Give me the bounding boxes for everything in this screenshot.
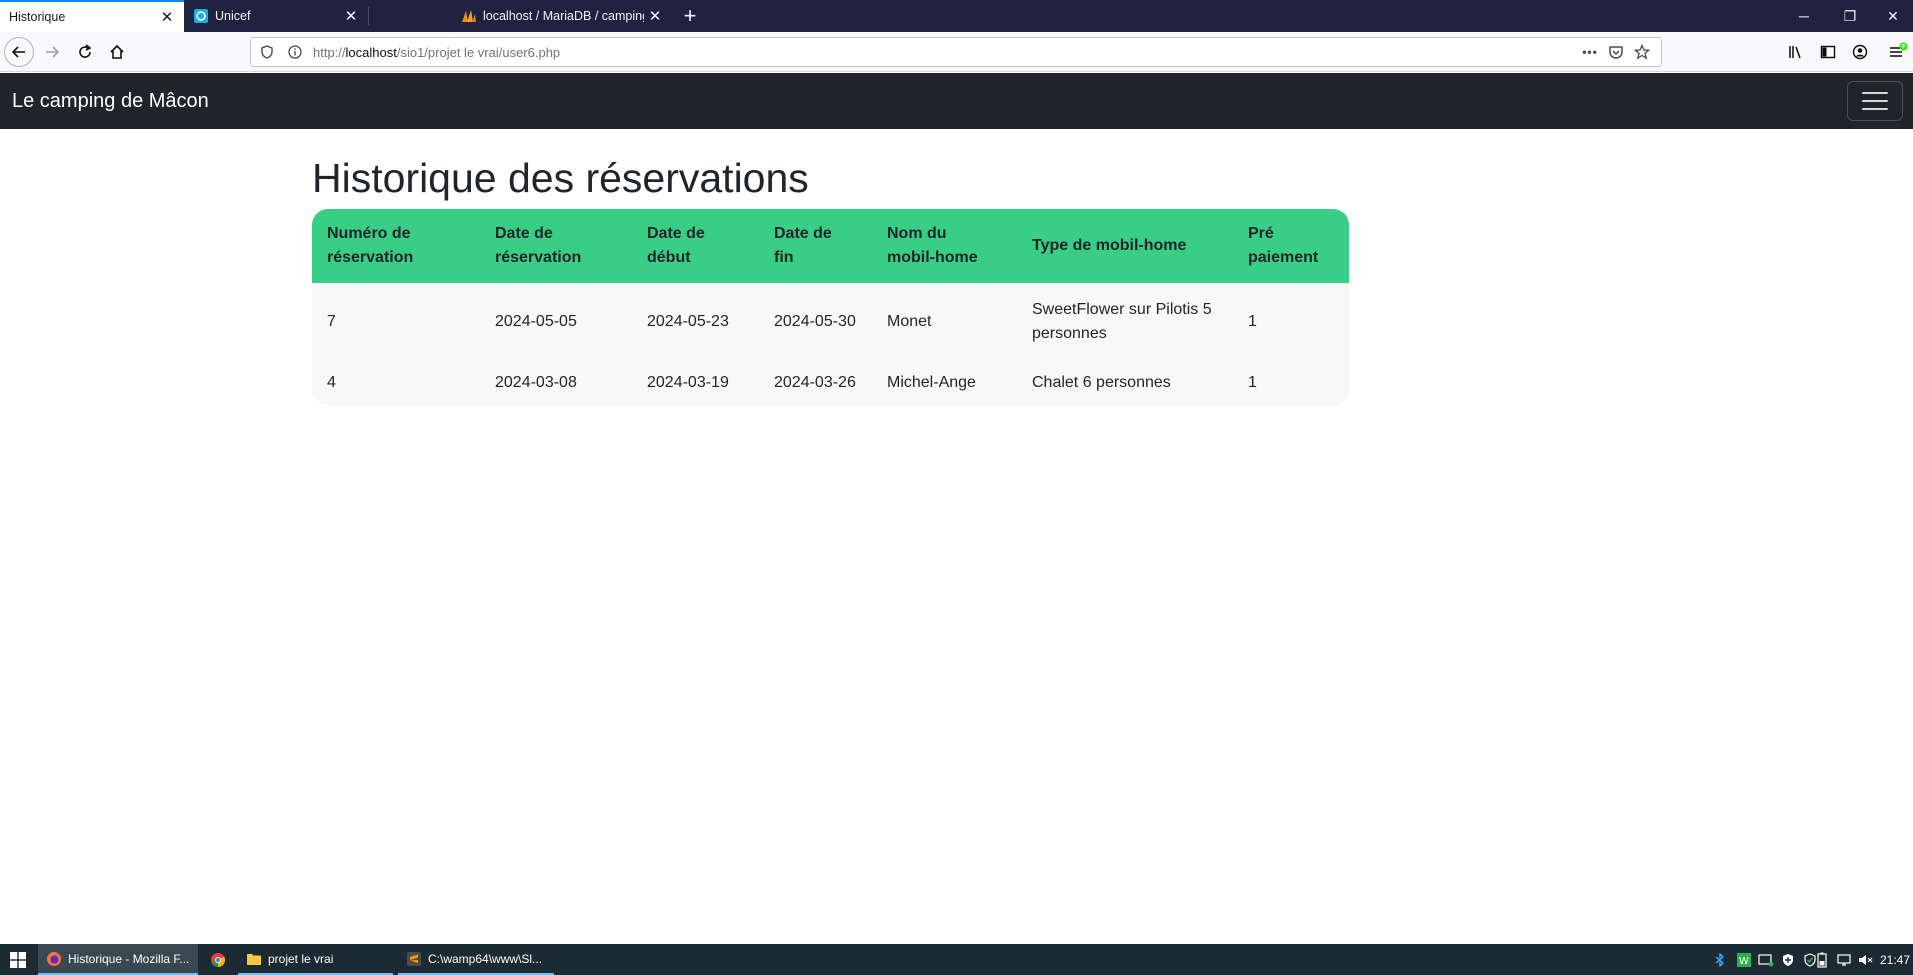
- taskbar-item-firefox[interactable]: Historique - Mozilla F...: [38, 944, 198, 975]
- tab-separator: [368, 7, 369, 25]
- tab-title: localhost / MariaDB / camping: [483, 9, 644, 23]
- close-window-button[interactable]: ✕: [1873, 0, 1913, 32]
- taskbar-item-sublime[interactable]: C:\wamp64\www\Sl...: [398, 944, 554, 975]
- site-brand-link[interactable]: Le camping de Mâcon: [12, 90, 209, 113]
- pocket-icon[interactable]: [1603, 41, 1629, 63]
- cell-type: Chalet 6 personnes: [1032, 374, 1171, 391]
- bookmark-star-icon[interactable]: [1629, 41, 1655, 63]
- network-monitor-icon[interactable]: [1755, 944, 1777, 975]
- navbar-toggler-button[interactable]: [1847, 81, 1903, 121]
- site-info-icon[interactable]: [283, 40, 307, 64]
- table-row: 4 2024-03-08 2024-03-19 2024-03-26 Miche…: [312, 361, 1349, 405]
- firefox-icon: [46, 951, 62, 967]
- header-type-mobil-home: Type de mobil-home: [1032, 237, 1187, 254]
- reservations-table: Numéro de réservation Date de réservation …: [312, 209, 1349, 405]
- header-date-reservation: Date de réservation: [495, 225, 582, 266]
- svg-text:W: W: [1739, 956, 1749, 967]
- header-numero-reservation: Numéro de réservation: [327, 225, 414, 266]
- page-title: Historique des réservations: [312, 155, 809, 201]
- taskbar-item-label: Historique - Mozilla F...: [68, 951, 190, 966]
- header-pre-paiement: Pré paiement: [1248, 225, 1319, 266]
- toggler-bar-icon: [1862, 100, 1888, 102]
- tab-historique[interactable]: Historique ✕: [0, 0, 184, 32]
- phpmyadmin-favicon-icon: [461, 8, 477, 24]
- account-icon[interactable]: [1848, 40, 1872, 64]
- arrow-left-icon: [11, 46, 25, 58]
- reload-icon: [79, 44, 92, 58]
- minimize-button[interactable]: ─: [1781, 0, 1827, 32]
- folder-icon: [246, 951, 262, 967]
- taskbar-item-chrome[interactable]: [200, 944, 236, 975]
- page-actions-menu-icon[interactable]: •••: [1577, 41, 1603, 63]
- sidebar-icon[interactable]: [1816, 40, 1840, 64]
- cell-nom: Michel-Ange: [887, 374, 976, 391]
- cell-date-debut: 2024-03-19: [647, 374, 729, 391]
- tab-title: Unicef: [215, 9, 251, 23]
- network-icon[interactable]: [1833, 944, 1855, 975]
- wamp-server-icon[interactable]: W: [1733, 944, 1755, 975]
- cell-date-reservation: 2024-03-08: [495, 374, 577, 391]
- cell-prepaiement: 1: [1248, 313, 1257, 330]
- tracking-shield-icon[interactable]: [255, 40, 279, 64]
- browser-tab-strip: Historique ✕ Unicef ✕ localhost / MariaD…: [0, 0, 1913, 32]
- header-date-fin: Date de fin: [774, 225, 832, 266]
- unicef-favicon-icon: [193, 8, 209, 24]
- taskbar-item-label: C:\wamp64\www\Sl...: [428, 951, 543, 966]
- forward-button[interactable]: [37, 37, 67, 67]
- cell-type: SweetFlower sur Pilotis 5 personnes: [1032, 301, 1212, 342]
- close-tab-icon[interactable]: ✕: [340, 5, 362, 27]
- url-path: /sio1/projet le vrai/user6.php: [396, 44, 561, 60]
- clock[interactable]: 21:47: [1877, 944, 1913, 975]
- table-header-row: Numéro de réservation Date de réservation …: [312, 209, 1349, 283]
- library-icon[interactable]: [1784, 40, 1808, 64]
- cell-numero: 7: [327, 313, 336, 330]
- chrome-icon: [210, 952, 226, 968]
- close-tab-icon[interactable]: ✕: [156, 6, 178, 28]
- taskbar-item-label: projet le vrai: [268, 951, 334, 966]
- windows-logo-icon: [10, 951, 26, 968]
- sublime-text-icon: [406, 951, 422, 967]
- toggler-bar-icon: [1862, 108, 1888, 110]
- url-scheme: http://: [313, 44, 346, 60]
- hamburger-menu-icon[interactable]: [1886, 40, 1910, 64]
- url-host: localhost: [345, 44, 397, 60]
- back-button[interactable]: [4, 37, 34, 67]
- header-date-debut: Date de début: [647, 225, 705, 266]
- tab-unicef[interactable]: Unicef ✕: [184, 0, 368, 32]
- tab-phpmyadmin[interactable]: localhost / MariaDB / camping ✕: [452, 0, 672, 32]
- reload-button[interactable]: [70, 37, 100, 67]
- battery-icon[interactable]: [1811, 944, 1833, 975]
- table-row: 7 2024-05-05 2024-05-23 2024-05-30 Monet…: [312, 283, 1349, 361]
- start-button[interactable]: [0, 944, 36, 975]
- header-nom-mobil-home: Nom du mobil-home: [887, 225, 978, 266]
- new-tab-button[interactable]: +: [676, 2, 704, 30]
- close-tab-icon[interactable]: ✕: [644, 5, 666, 27]
- url-bar[interactable]: http://localhost/sio1/projet le vrai/use…: [250, 37, 1662, 67]
- cell-date-debut: 2024-05-23: [647, 313, 729, 330]
- security-shield-icon[interactable]: [1777, 944, 1799, 975]
- cell-date-fin: 2024-03-26: [774, 374, 856, 391]
- cell-nom: Monet: [887, 313, 932, 330]
- home-icon: [110, 44, 124, 59]
- tab-title: Historique: [9, 10, 66, 24]
- volume-muted-icon[interactable]: [1855, 944, 1877, 975]
- cell-numero: 4: [327, 374, 336, 391]
- windows-taskbar: Historique - Mozilla F... projet le vrai…: [0, 944, 1913, 975]
- cell-date-reservation: 2024-05-05: [495, 313, 577, 330]
- toggler-bar-icon: [1862, 92, 1888, 94]
- restore-button[interactable]: ❐: [1827, 0, 1873, 32]
- url-text[interactable]: http://localhost/sio1/projet le vrai/use…: [313, 45, 560, 60]
- cell-prepaiement: 1: [1248, 374, 1257, 391]
- browser-nav-bar: http://localhost/sio1/projet le vrai/use…: [0, 32, 1913, 72]
- cell-date-fin: 2024-05-30: [774, 313, 856, 330]
- arrow-right-icon: [46, 46, 60, 58]
- site-navbar: Le camping de Mâcon: [0, 73, 1913, 129]
- bluetooth-icon[interactable]: [1710, 944, 1730, 975]
- home-button[interactable]: [102, 37, 132, 67]
- taskbar-item-explorer[interactable]: projet le vrai: [238, 944, 393, 975]
